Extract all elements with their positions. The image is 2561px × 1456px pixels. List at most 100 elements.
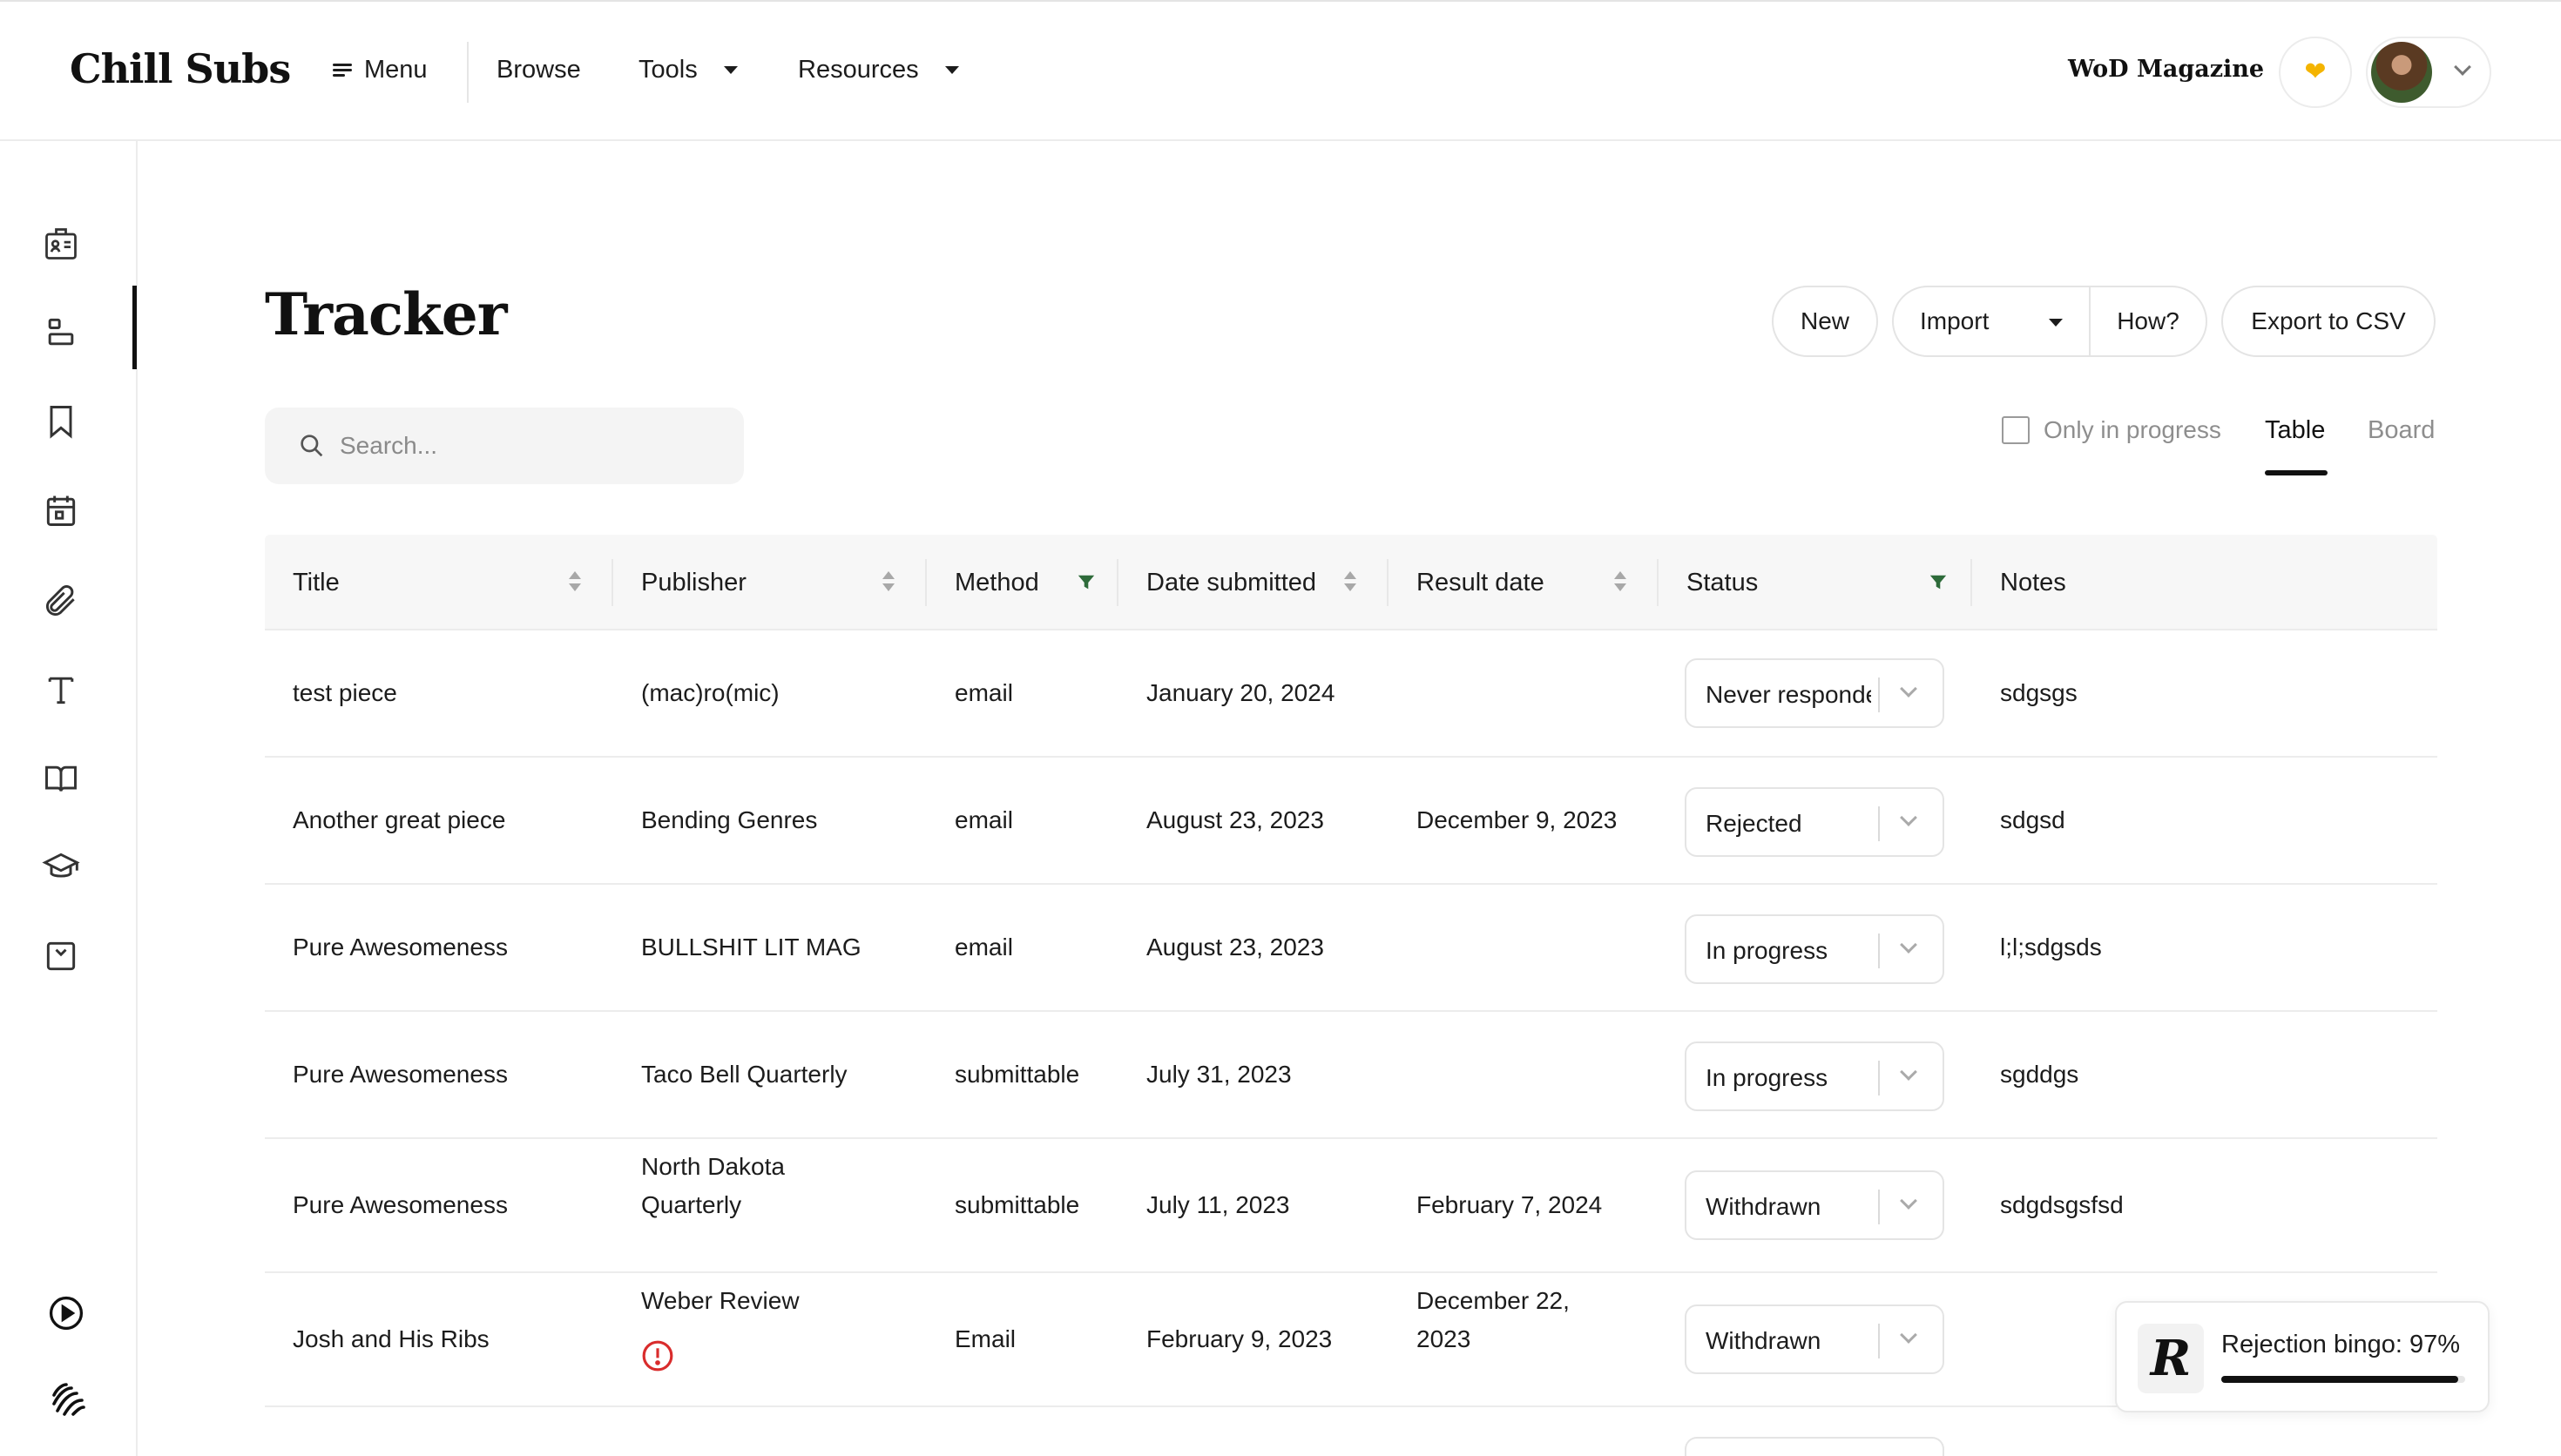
cell-result-date: December 22, 2023 bbox=[1416, 1282, 1570, 1358]
column-divider bbox=[1117, 559, 1118, 606]
alert-circle-icon[interactable] bbox=[641, 1339, 674, 1372]
column-header-publisher[interactable]: Publisher bbox=[641, 535, 747, 630]
cell-method: email bbox=[955, 679, 1013, 706]
calendar-icon bbox=[46, 495, 76, 526]
sidebar-item-attachments[interactable] bbox=[40, 580, 82, 622]
column-header-status[interactable]: Status bbox=[1686, 535, 1758, 630]
sidebar-active-indicator bbox=[132, 286, 137, 369]
table-row[interactable]: Josh and His Ribs Weber Review Email Feb… bbox=[265, 1273, 2437, 1407]
menu-button[interactable]: Menu bbox=[333, 56, 428, 84]
support-button[interactable]: ❤ bbox=[2279, 37, 2352, 108]
status-select[interactable]: Never responded bbox=[1685, 658, 1944, 728]
sidebar-item-text[interactable] bbox=[40, 669, 82, 711]
table-row[interactable]: Pure Awesomeness North Dakota Quarterly … bbox=[265, 1139, 2437, 1273]
chevron-down-icon bbox=[2454, 58, 2471, 76]
new-button[interactable]: New bbox=[1772, 286, 1878, 357]
column-header-title[interactable]: Title bbox=[293, 535, 340, 630]
user-menu-button[interactable] bbox=[2366, 37, 2491, 108]
cell-title: test piece bbox=[293, 679, 397, 706]
select-divider bbox=[1878, 1190, 1880, 1224]
publisher-line: Quarterly bbox=[641, 1191, 742, 1218]
table-row[interactable]: Pure Awesomeness Taco Bell Quarterly sub… bbox=[265, 1012, 2437, 1139]
id-card-icon bbox=[45, 228, 77, 260]
cell-notes: sgddgs bbox=[2000, 1061, 2079, 1088]
column-header-notes[interactable]: Notes bbox=[2000, 535, 2066, 630]
sort-icon[interactable] bbox=[1613, 570, 1627, 596]
sort-icon[interactable] bbox=[1343, 570, 1357, 596]
status-select[interactable]: In progress bbox=[1685, 914, 1944, 984]
cell-publisher[interactable]: BULLSHIT LIT MAG bbox=[641, 928, 862, 967]
status-select[interactable]: Withdrawn bbox=[1685, 1304, 1944, 1374]
caret-down-icon bbox=[723, 66, 738, 74]
nav-browse-label: Browse bbox=[497, 56, 581, 84]
cell-publisher[interactable]: Bending Genres bbox=[641, 801, 817, 839]
submissions-table: Title Publisher Method Date submitted Re… bbox=[265, 535, 2437, 1456]
chevron-down-icon bbox=[1900, 1063, 1917, 1081]
sidebar-item-profile[interactable] bbox=[40, 223, 82, 265]
sidebar-item-inbox[interactable] bbox=[40, 935, 82, 977]
sidebar-item-saved[interactable] bbox=[40, 401, 82, 442]
status-value: In progress bbox=[1706, 1064, 1828, 1091]
nav-divider bbox=[467, 42, 469, 103]
table-row[interactable]: Pure Awesomeness BULLSHIT LIT MAG email … bbox=[265, 885, 2437, 1012]
status-value: Never responded bbox=[1706, 681, 1871, 708]
tracker-icon bbox=[48, 318, 74, 346]
cell-result-date: February 7, 2024 bbox=[1416, 1191, 1603, 1218]
graduation-cap-icon bbox=[42, 853, 80, 878]
status-select[interactable]: Withdrawn bbox=[1685, 1170, 1944, 1240]
app-logo[interactable]: Chill Subs bbox=[70, 45, 291, 92]
column-header-date-submitted[interactable]: Date submitted bbox=[1146, 535, 1316, 630]
sidebar-item-reading[interactable] bbox=[40, 758, 82, 799]
search-input[interactable] bbox=[340, 425, 723, 467]
result-date-line: December 22, bbox=[1416, 1287, 1570, 1314]
import-dropdown-button[interactable]: Import bbox=[1894, 287, 2091, 355]
bingo-progress-track bbox=[2221, 1376, 2465, 1383]
only-in-progress-filter[interactable]: Only in progress bbox=[2002, 416, 2221, 444]
table-header: Title Publisher Method Date submitted Re… bbox=[265, 535, 2437, 630]
cell-publisher[interactable]: North Dakota Quarterly bbox=[641, 1148, 785, 1224]
status-select[interactable] bbox=[1685, 1437, 1944, 1456]
filter-icon[interactable] bbox=[1929, 573, 1948, 592]
cell-notes: l;l;sdgsds bbox=[2000, 934, 2102, 961]
nav-resources-dropdown[interactable]: Resources bbox=[798, 56, 959, 84]
select-divider bbox=[1878, 806, 1880, 841]
paperclip-icon bbox=[46, 585, 75, 616]
inbox-icon bbox=[46, 941, 76, 971]
cell-method: Email bbox=[955, 1325, 1017, 1352]
sort-icon[interactable] bbox=[882, 570, 895, 596]
export-csv-button[interactable]: Export to CSV bbox=[2221, 286, 2436, 357]
cell-date-submitted: July 11, 2023 bbox=[1146, 1191, 1290, 1218]
table-row[interactable]: test piece (mac)ro(mic) email January 20… bbox=[265, 630, 2437, 758]
tab-table[interactable]: Table bbox=[2265, 416, 2325, 445]
cell-date-submitted: January 20, 2024 bbox=[1146, 679, 1335, 706]
nav-resources-label: Resources bbox=[798, 56, 919, 84]
cell-publisher[interactable]: Weber Review bbox=[641, 1282, 800, 1320]
table-row[interactable]: Another great piece Bending Genres email… bbox=[265, 758, 2437, 885]
nav-browse[interactable]: Browse bbox=[497, 56, 581, 84]
how-button[interactable]: How? bbox=[2091, 287, 2206, 355]
sidebar-item-tutorial[interactable] bbox=[47, 1294, 89, 1336]
select-divider bbox=[1878, 1324, 1880, 1358]
status-select[interactable]: In progress bbox=[1685, 1041, 1944, 1111]
tab-board[interactable]: Board bbox=[2368, 416, 2435, 445]
rejection-bingo-widget[interactable]: R Rejection bingo: 97% bbox=[2115, 1301, 2490, 1412]
column-header-result-date[interactable]: Result date bbox=[1416, 535, 1544, 630]
column-header-method[interactable]: Method bbox=[955, 535, 1039, 630]
sort-icon[interactable] bbox=[568, 570, 582, 596]
sidebar-item-calendar[interactable] bbox=[40, 489, 82, 531]
sidebar-item-learn[interactable] bbox=[40, 846, 82, 888]
table-row[interactable] bbox=[265, 1407, 2437, 1456]
column-divider bbox=[1970, 559, 1972, 606]
cell-publisher[interactable]: Taco Bell Quarterly bbox=[641, 1055, 848, 1094]
filter-icon[interactable] bbox=[1077, 573, 1096, 592]
only-in-progress-checkbox[interactable] bbox=[2002, 416, 2030, 444]
column-divider bbox=[1657, 559, 1659, 606]
status-select[interactable]: Rejected bbox=[1685, 787, 1944, 857]
magazine-name[interactable]: WoD Magazine bbox=[2068, 56, 2264, 83]
sidebar-item-chill-subs[interactable] bbox=[47, 1378, 89, 1419]
cell-date-submitted: August 23, 2023 bbox=[1146, 806, 1324, 833]
nav-tools-dropdown[interactable]: Tools bbox=[639, 56, 738, 84]
sidebar-item-tracker[interactable] bbox=[40, 312, 82, 354]
cell-publisher[interactable]: (mac)ro(mic) bbox=[641, 674, 780, 712]
cell-result-date: December 9, 2023 bbox=[1416, 806, 1618, 833]
